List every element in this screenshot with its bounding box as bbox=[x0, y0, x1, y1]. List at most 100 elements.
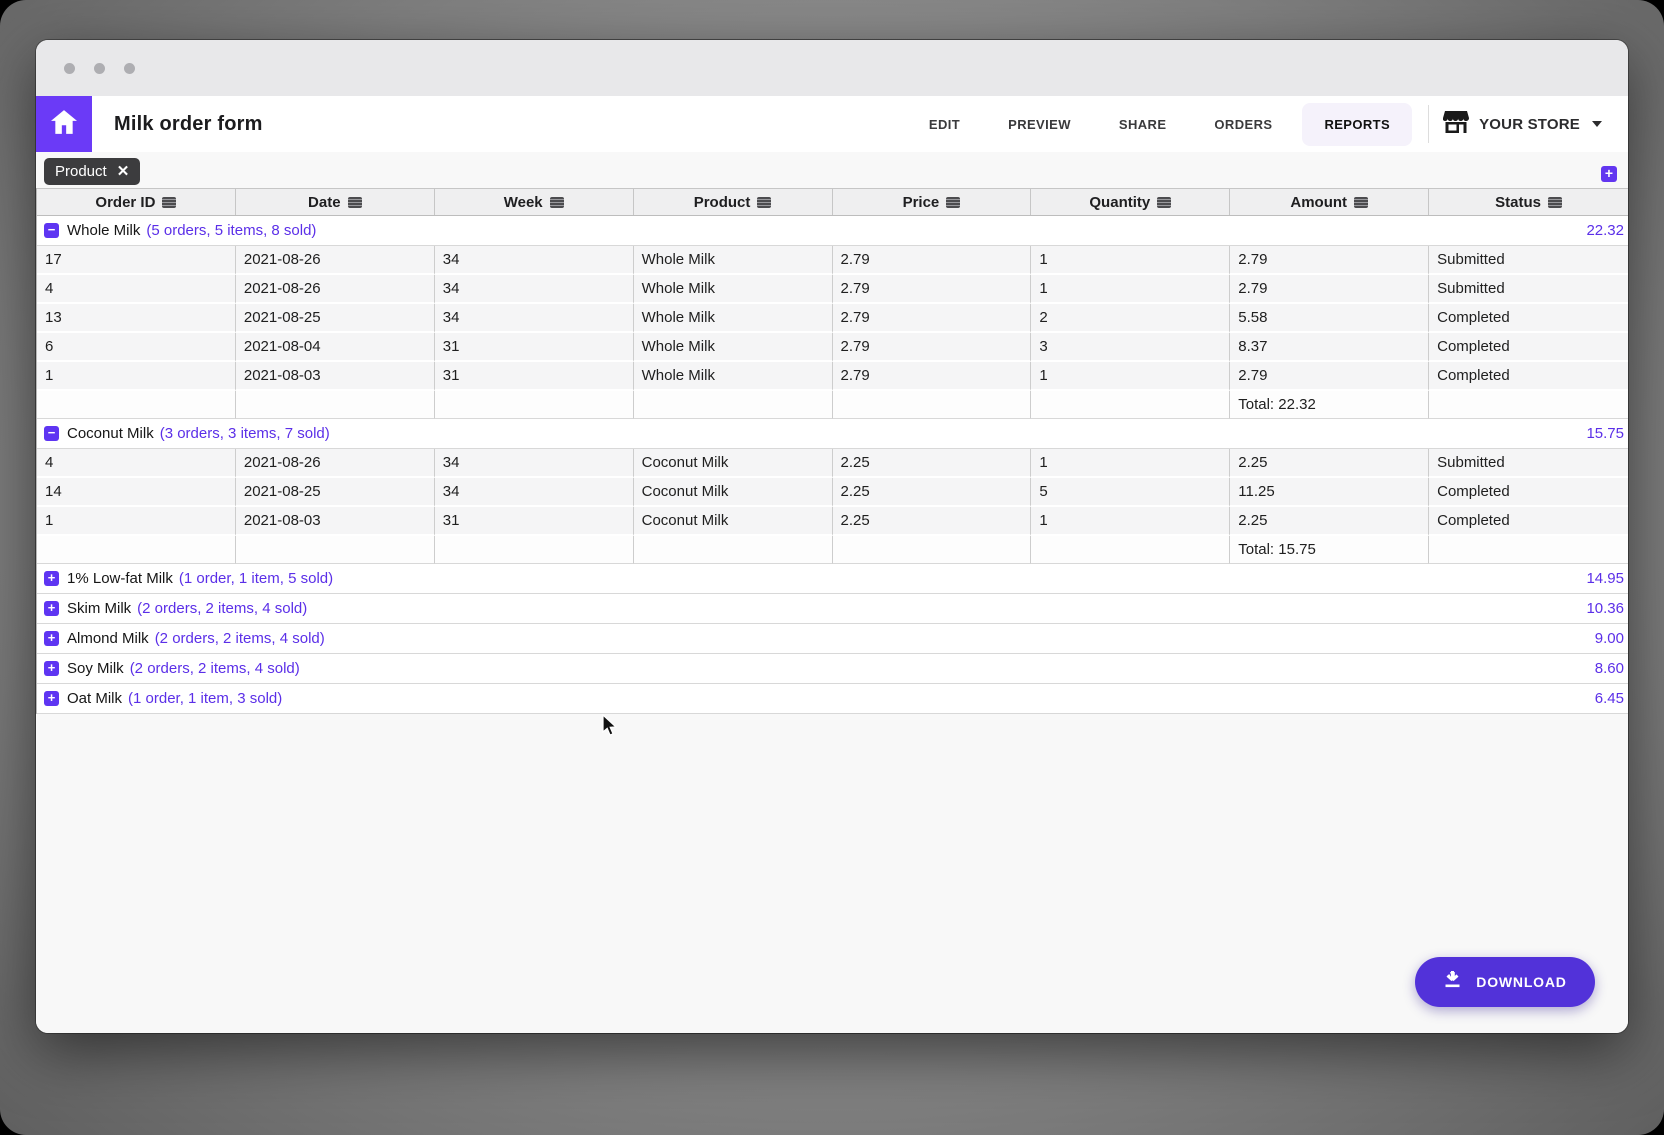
group-name: Whole Milk bbox=[67, 222, 140, 239]
group-row[interactable]: +1% Low-fat Milk(1 order, 1 item, 5 sold… bbox=[37, 564, 1628, 594]
column-header-order-id[interactable]: Order ID bbox=[37, 189, 236, 215]
expand-all-icon[interactable]: + bbox=[1601, 166, 1617, 182]
storefront-icon bbox=[1443, 110, 1469, 139]
table-cell-empty bbox=[833, 391, 1032, 419]
column-header-amount[interactable]: Amount bbox=[1230, 189, 1429, 215]
table-cell: 4 bbox=[37, 275, 236, 304]
column-header-price[interactable]: Price bbox=[833, 189, 1032, 215]
table-cell: 2021-08-26 bbox=[236, 246, 435, 275]
table-cell: 2.79 bbox=[833, 275, 1032, 304]
group-total-amount: 15.75 bbox=[1586, 425, 1628, 442]
column-header-label: Amount bbox=[1290, 194, 1347, 211]
column-header-week[interactable]: Week bbox=[435, 189, 634, 215]
group-total-amount: 9.00 bbox=[1595, 630, 1628, 647]
subtotal-label: Total: 22.32 bbox=[1230, 391, 1429, 419]
column-header-label: Order ID bbox=[95, 194, 155, 211]
table-cell: 2.79 bbox=[1230, 246, 1429, 275]
group-row[interactable]: +Oat Milk(1 order, 1 item, 3 sold)6.45 bbox=[37, 684, 1628, 714]
page-title: Milk order form bbox=[114, 113, 263, 136]
group-name: 1% Low-fat Milk bbox=[67, 570, 173, 587]
table-cell: 31 bbox=[435, 507, 634, 536]
table-row: 42021-08-2634Whole Milk2.7912.79Submitte… bbox=[37, 275, 1628, 304]
table-cell: Completed bbox=[1429, 478, 1628, 507]
table-cell: 1 bbox=[1031, 275, 1230, 304]
table-cell: Coconut Milk bbox=[634, 507, 833, 536]
table-cell: 2.79 bbox=[833, 246, 1032, 275]
nav-preview[interactable]: PREVIEW bbox=[990, 107, 1089, 142]
column-header-label: Quantity bbox=[1089, 194, 1150, 211]
group-by-chip[interactable]: Product ✕ bbox=[44, 158, 140, 185]
table-cell: 2.79 bbox=[1230, 275, 1429, 304]
column-menu-icon[interactable] bbox=[348, 197, 362, 208]
store-dropdown[interactable]: YOUR STORE bbox=[1443, 110, 1602, 139]
table-cell: 34 bbox=[435, 304, 634, 333]
table-cell: Submitted bbox=[1429, 246, 1628, 275]
expand-group-icon[interactable]: + bbox=[44, 691, 59, 706]
table-cell: 1 bbox=[37, 507, 236, 536]
column-header-product[interactable]: Product bbox=[634, 189, 833, 215]
close-icon[interactable]: ✕ bbox=[117, 164, 130, 179]
column-header-date[interactable]: Date bbox=[236, 189, 435, 215]
nav-divider bbox=[1428, 105, 1429, 143]
column-header-status[interactable]: Status bbox=[1429, 189, 1628, 215]
report-content: Product ✕ + Order ID DateWeekProductPrice… bbox=[36, 152, 1628, 1033]
column-menu-icon[interactable] bbox=[162, 197, 176, 208]
table-cell: 2.79 bbox=[833, 333, 1032, 362]
table-cell: 14 bbox=[37, 478, 236, 507]
table-cell: 31 bbox=[435, 362, 634, 391]
expand-group-icon[interactable]: + bbox=[44, 571, 59, 586]
expand-group-icon[interactable]: + bbox=[44, 661, 59, 676]
window-control-maximize[interactable] bbox=[124, 63, 135, 74]
expand-group-icon[interactable]: + bbox=[44, 601, 59, 616]
nav-share[interactable]: SHARE bbox=[1101, 107, 1185, 142]
window-control-close[interactable] bbox=[64, 63, 75, 74]
table-row: 62021-08-0431Whole Milk2.7938.37Complete… bbox=[37, 333, 1628, 362]
table-cell: Completed bbox=[1429, 333, 1628, 362]
home-button[interactable] bbox=[36, 96, 92, 152]
column-menu-icon[interactable] bbox=[1548, 197, 1562, 208]
table-cell: 2.79 bbox=[833, 362, 1032, 391]
table-cell: 2021-08-03 bbox=[236, 362, 435, 391]
nav-reports[interactable]: REPORTS bbox=[1302, 103, 1412, 146]
expand-group-icon[interactable]: + bbox=[44, 631, 59, 646]
table-cell: 1 bbox=[37, 362, 236, 391]
group-summary: (2 orders, 2 items, 4 sold) bbox=[137, 600, 307, 617]
column-header-quantity[interactable]: Quantity bbox=[1031, 189, 1230, 215]
home-icon bbox=[51, 110, 77, 139]
download-button[interactable]: DOWNLOAD bbox=[1415, 957, 1595, 1007]
column-header-label: Status bbox=[1495, 194, 1541, 211]
column-menu-icon[interactable] bbox=[1354, 197, 1368, 208]
table-cell-empty bbox=[37, 536, 236, 564]
group-total-amount: 14.95 bbox=[1586, 570, 1628, 587]
window-control-minimize[interactable] bbox=[94, 63, 105, 74]
table-cell: 34 bbox=[435, 275, 634, 304]
group-row[interactable]: +Skim Milk(2 orders, 2 items, 4 sold)10.… bbox=[37, 594, 1628, 624]
table-cell: 13 bbox=[37, 304, 236, 333]
app-header: Milk order form EDIT PREVIEW SHARE ORDER… bbox=[36, 96, 1628, 152]
group-summary: (2 orders, 2 items, 4 sold) bbox=[155, 630, 325, 647]
group-total-amount: 22.32 bbox=[1586, 222, 1628, 239]
table-cell: Coconut Milk bbox=[634, 478, 833, 507]
column-menu-icon[interactable] bbox=[946, 197, 960, 208]
group-name: Skim Milk bbox=[67, 600, 131, 617]
column-menu-icon[interactable] bbox=[757, 197, 771, 208]
table-cell: 2021-08-04 bbox=[236, 333, 435, 362]
group-row[interactable]: −Coconut Milk(3 orders, 3 items, 7 sold)… bbox=[37, 419, 1628, 449]
group-row[interactable]: −Whole Milk(5 orders, 5 items, 8 sold)22… bbox=[37, 216, 1628, 246]
subtotal-label: Total: 15.75 bbox=[1230, 536, 1429, 564]
table-cell: Completed bbox=[1429, 362, 1628, 391]
nav-orders[interactable]: ORDERS bbox=[1196, 107, 1290, 142]
column-menu-icon[interactable] bbox=[1157, 197, 1171, 208]
nav-edit[interactable]: EDIT bbox=[911, 107, 978, 142]
table-cell: 2.25 bbox=[833, 507, 1032, 536]
table-cell: 1 bbox=[1031, 362, 1230, 391]
column-menu-icon[interactable] bbox=[550, 197, 564, 208]
collapse-group-icon[interactable]: − bbox=[44, 223, 59, 238]
table-cell: 6 bbox=[37, 333, 236, 362]
table-cell: 5.58 bbox=[1230, 304, 1429, 333]
group-row[interactable]: + Almond Milk (2 orders, 2 items, 4 sold) 9… bbox=[37, 624, 1628, 654]
group-name: Almond Milk bbox=[67, 630, 149, 647]
group-row[interactable]: +Soy Milk(2 orders, 2 items, 4 sold)8.60 bbox=[37, 654, 1628, 684]
collapse-group-icon[interactable]: − bbox=[44, 426, 59, 441]
table-cell-empty bbox=[435, 391, 634, 419]
